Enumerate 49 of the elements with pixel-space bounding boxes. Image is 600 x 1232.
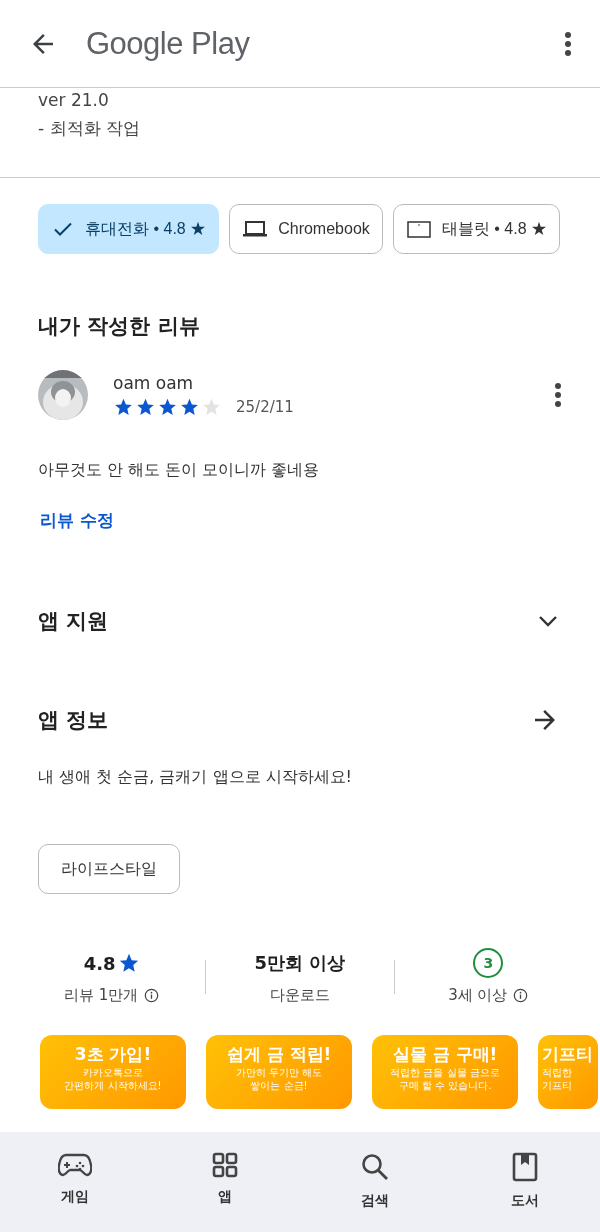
release-note: - 최적화 작업 [38, 117, 141, 140]
screenshot-title: 쉽게 금 적립! [226, 1043, 332, 1066]
screenshot-caption: 쌓이는 순금! [250, 1079, 308, 1092]
screenshot-title: 3초 가입! [74, 1043, 152, 1066]
screenshot-caption: 적립한 금을 실물 금으로 [390, 1066, 500, 1079]
review-text: 아무것도 안 해도 돈이 모이니까 좋네용 [37, 459, 321, 481]
screenshot-caption: 구매 할 수 있습니다. [398, 1079, 492, 1092]
stat-label: 다운로드 [270, 986, 330, 1005]
release-note: ver 21.0 [38, 89, 110, 112]
nav-tab[interactable]: 게임 [0, 1132, 150, 1232]
nav-tab[interactable]: 도서 [450, 1132, 600, 1232]
nav-tab[interactable]: 검색 [300, 1132, 450, 1232]
search-icon [360, 1152, 390, 1182]
apps-grid-icon [212, 1152, 238, 1178]
book-icon [512, 1152, 538, 1182]
section-heading: 앱 지원 [38, 608, 109, 635]
stat-label: 3세 이상 [448, 986, 508, 1005]
nav-label: 도서 [511, 1192, 539, 1210]
stat-value: 5만회 이상 [254, 951, 346, 975]
review-date: 25/2/11 [236, 398, 294, 416]
reviewer-name: oam oam [113, 373, 194, 393]
gamepad-icon [58, 1152, 92, 1178]
edit-review-link[interactable]: 리뷰 수정 [40, 509, 114, 532]
screenshot-title: 실물 금 구매! [392, 1043, 498, 1066]
age-rating-badge: 3 [473, 948, 504, 978]
nav-label: 게임 [61, 1188, 89, 1206]
screenshot-title: 기프티 [542, 1043, 593, 1066]
app-title: Google Play [86, 25, 251, 62]
device-chip[interactable]: Chromebook [229, 204, 383, 254]
info-icon[interactable] [513, 988, 529, 1003]
nav-label: 앱 [218, 1188, 232, 1206]
more-options-icon[interactable] [554, 382, 562, 408]
more-options-icon[interactable] [564, 30, 572, 57]
stat-label: 리뷰 1만개 [64, 986, 139, 1005]
nav-tab[interactable]: 앱 [150, 1132, 300, 1232]
screenshot-caption: 카카오톡으로 [83, 1066, 143, 1079]
screenshot-caption: 간편하게 시작하세요! [64, 1079, 162, 1092]
section-heading: 내가 작성한 리뷰 [37, 313, 201, 340]
info-icon[interactable] [144, 988, 160, 1003]
stat-value: 4.8 [83, 952, 116, 974]
screenshot-caption: 기프티 [542, 1079, 572, 1092]
nav-label: 검색 [361, 1192, 389, 1210]
device-chip[interactable]: 휴대전화 • 4.8 ★ [38, 204, 220, 254]
app-description: 내 생애 첫 순금, 금캐기 앱으로 시작하세요! [37, 766, 353, 788]
screenshot-caption: 가만히 두기만 해도 [235, 1066, 323, 1079]
screenshot-caption: 적립한 [542, 1066, 572, 1079]
category-chip[interactable]: 라이프스타일 [38, 844, 180, 894]
section-heading: 앱 정보 [38, 707, 109, 734]
device-chip[interactable]: 태블릿 • 4.8 ★ [392, 204, 560, 254]
